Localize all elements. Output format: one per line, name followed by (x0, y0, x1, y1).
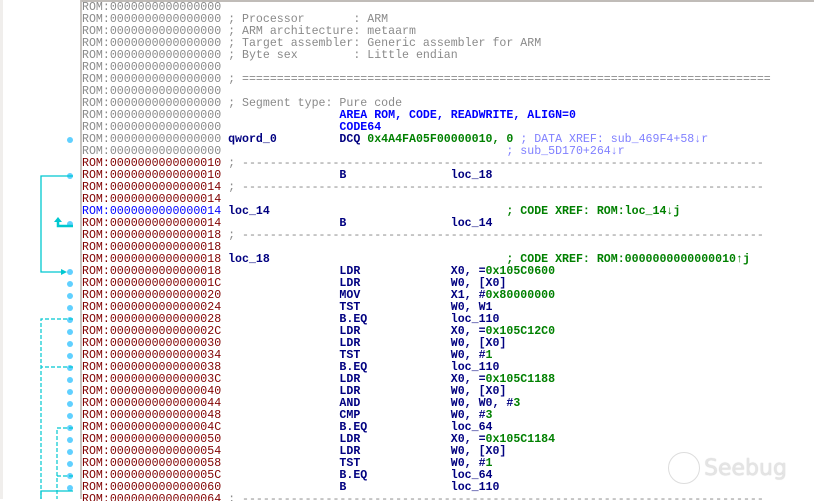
loop-arrow-head-icon (54, 217, 62, 222)
address[interactable]: ROM:0000000000000064 (82, 494, 221, 501)
label[interactable]: loc_18 (228, 254, 270, 266)
breakpoint-dot-icon (67, 305, 73, 311)
breakpoint-dot-icon (67, 137, 73, 143)
comment: ; ======================================… (228, 73, 771, 86)
breakpoint-dot-icon (67, 365, 73, 371)
breakpoint-dot-icon (67, 293, 73, 299)
branch-arrows (40, 137, 73, 499)
immediate-value: 3 (513, 397, 521, 410)
breakpoint-dot-icon (67, 269, 73, 275)
breakpoint-dot-icon (67, 377, 73, 383)
breakpoint-dot-icon (67, 317, 73, 323)
seebug-logo-icon (668, 452, 700, 484)
xref-comment[interactable]: ; CODE XREF: ROM:loc_14↓j (506, 206, 680, 218)
breakpoint-dot-icon (67, 461, 73, 467)
breakpoint-dot-icon (67, 449, 73, 455)
breakpoint-dot-icon (67, 401, 73, 407)
label[interactable]: qword_0 (228, 134, 277, 146)
breakpoint-dot-icon (67, 341, 73, 347)
breakpoint-dot-icon (67, 389, 73, 395)
listing-line[interactable]: ROM:0000000000000064 ; ------------------… (82, 494, 814, 501)
mnemonic: DCQ (339, 133, 361, 146)
breakpoint-dot-icon (67, 329, 73, 335)
watermark-text: Seebug (704, 455, 787, 481)
immediate-value: 0x80000000 (485, 289, 556, 302)
breakpoint-dot-icon (67, 413, 73, 419)
comment: ; --------------------------------------… (228, 229, 764, 242)
data-operands: 0x4A4FA05F00000010, 0 (367, 133, 514, 146)
label[interactable]: loc_14 (228, 206, 270, 218)
comment: ; --------------------------------------… (228, 157, 764, 170)
comment: ; --------------------------------------… (228, 493, 764, 501)
disassembly-listing[interactable]: ROM:0000000000000000 ROM:0000000000000000… (81, 0, 814, 501)
breakpoint-dot-icon (67, 281, 73, 287)
arrow-head-icon (61, 269, 67, 275)
breakpoint-dot-icon (67, 485, 73, 491)
flow-arrows-pane (0, 0, 82, 499)
breakpoint-dot-icon (67, 353, 73, 359)
comment: ; Byte sex : Little endian (228, 49, 458, 62)
seebug-watermark: Seebug (668, 452, 787, 484)
breakpoint-dot-icon (67, 437, 73, 443)
comment: ; --------------------------------------… (228, 181, 764, 194)
